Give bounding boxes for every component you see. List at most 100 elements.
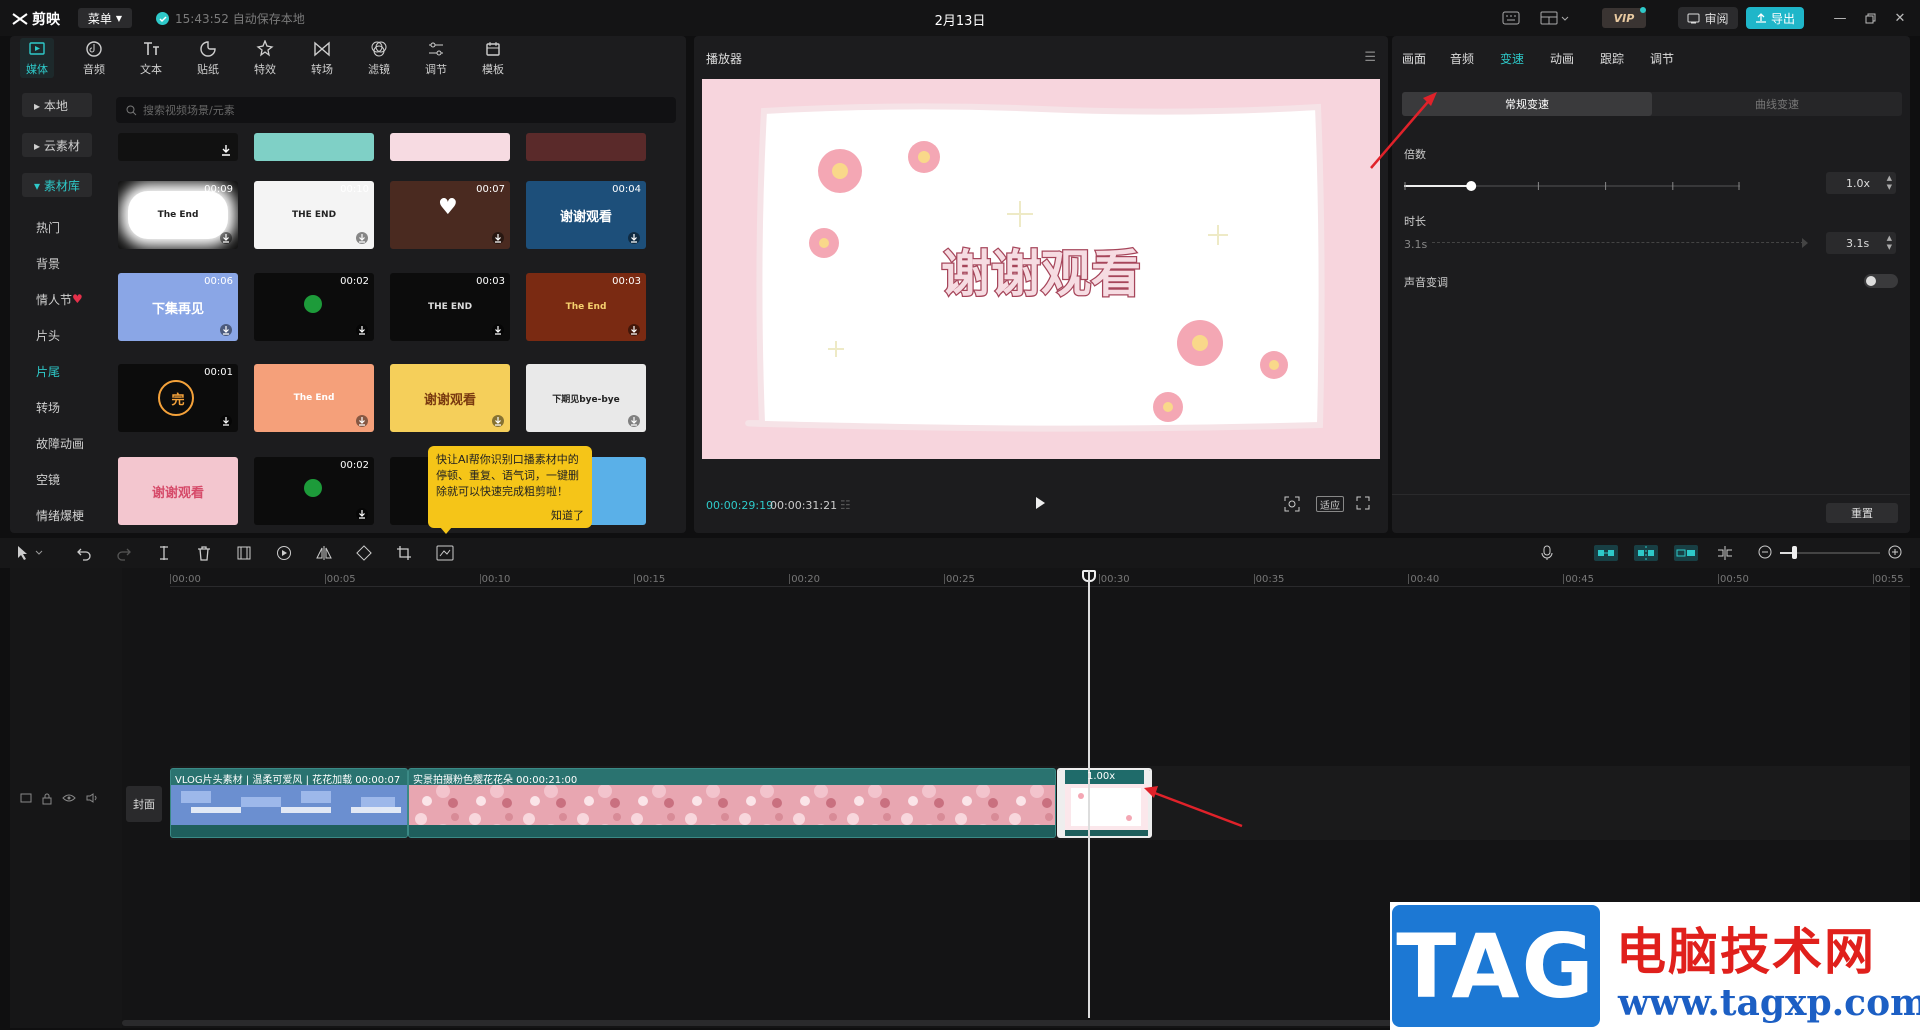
tab-template[interactable]: 模板: [468, 38, 518, 78]
material-thumb[interactable]: 下集再见 00:06: [118, 273, 238, 341]
material-thumb-partial[interactable]: [254, 133, 374, 161]
sidebar-item-1[interactable]: ▸ 云素材: [22, 133, 92, 157]
snapshot-icon[interactable]: [1284, 496, 1300, 512]
sidebar-item-4[interactable]: 背景: [22, 251, 92, 275]
freeze-icon[interactable]: [236, 545, 252, 561]
material-thumb[interactable]: ♥ 00:07: [390, 181, 510, 249]
material-thumb-partial[interactable]: [526, 133, 646, 161]
delete-icon[interactable]: [196, 545, 212, 561]
sidebar-item-7[interactable]: 片尾: [22, 359, 92, 383]
close-icon[interactable]: ✕: [1892, 10, 1908, 26]
tab-effects[interactable]: 特效: [240, 38, 290, 78]
pitch-toggle[interactable]: [1864, 274, 1898, 288]
fit-ratio-button[interactable]: 适应: [1316, 496, 1344, 512]
sidebar-item-6[interactable]: 片头: [22, 323, 92, 347]
property-tab-3[interactable]: 动画: [1550, 50, 1574, 67]
reverse-icon[interactable]: [276, 545, 292, 561]
clip-cherry-blossom[interactable]: 实景拍摄粉色樱花花朵 00:00:21:00: [408, 768, 1056, 838]
sidebar-item-5[interactable]: 情人节 ♥: [22, 287, 92, 311]
sidebar-item-9[interactable]: 故障动画: [22, 431, 92, 455]
main-track-magnet-icon[interactable]: [1594, 545, 1618, 561]
material-thumb[interactable]: 完 00:01: [118, 364, 238, 432]
material-thumb[interactable]: The End 00:03: [526, 273, 646, 341]
download-icon[interactable]: [356, 324, 368, 336]
reset-button[interactable]: 重置: [1826, 503, 1898, 523]
player-preview[interactable]: 谢谢观看: [702, 79, 1380, 459]
mirror-icon[interactable]: [316, 545, 332, 561]
sidebar-item-3[interactable]: 热门: [22, 215, 92, 239]
property-tab-1[interactable]: 音频: [1450, 50, 1474, 67]
material-thumb[interactable]: 谢谢观看: [118, 457, 238, 525]
tab-filter[interactable]: 滤镜: [354, 38, 404, 78]
sidebar-item-2[interactable]: ▾ 素材库: [22, 173, 92, 197]
material-thumb[interactable]: 下期见bye-bye: [526, 364, 646, 432]
curve-speed-tab[interactable]: 曲线变速: [1652, 92, 1902, 116]
fullscreen-icon[interactable]: [1356, 496, 1370, 510]
zoom-out-icon[interactable]: [1758, 545, 1772, 559]
play-icon[interactable]: [1034, 496, 1046, 510]
export-button[interactable]: 导出: [1746, 7, 1804, 29]
player-menu-icon[interactable]: ☰: [1364, 50, 1376, 65]
property-tab-5[interactable]: 调节: [1650, 50, 1674, 67]
property-tab-0[interactable]: 画面: [1402, 50, 1426, 67]
select-tool-icon[interactable]: [16, 545, 46, 561]
rotate-icon[interactable]: [356, 545, 372, 561]
property-tab-2[interactable]: 变速: [1500, 50, 1524, 67]
sidebar-item-8[interactable]: 转场: [22, 395, 92, 419]
volume-icon[interactable]: [86, 793, 98, 803]
crop-icon[interactable]: [396, 545, 412, 561]
undo-icon[interactable]: [76, 545, 92, 561]
material-thumb[interactable]: 谢谢观看 00:04: [526, 181, 646, 249]
material-thumb[interactable]: 谢谢观看: [390, 364, 510, 432]
material-thumb[interactable]: The End: [254, 364, 374, 432]
sidebar-item-0[interactable]: ▸ 本地: [22, 93, 92, 117]
restore-icon[interactable]: [1862, 10, 1878, 26]
tab-sticker[interactable]: 贴纸: [183, 38, 233, 78]
preview-axis-icon[interactable]: [1716, 545, 1734, 561]
material-search-input[interactable]: 搜索视频场景/元素: [116, 97, 676, 123]
clip-vlog-intro[interactable]: VLOG片头素材 | 温柔可爱风 | 花花加载 00:00:07: [170, 768, 408, 838]
tab-media[interactable]: 媒体: [12, 38, 62, 78]
smart-cut-icon[interactable]: [436, 545, 454, 561]
download-icon[interactable]: [492, 232, 504, 244]
sidebar-item-11[interactable]: 情绪爆梗: [22, 503, 92, 527]
snap-icon[interactable]: [1634, 545, 1658, 561]
tip-ok-button[interactable]: 知道了: [551, 508, 584, 524]
download-icon[interactable]: [356, 508, 368, 520]
zoom-in-icon[interactable]: [1888, 545, 1902, 559]
review-button[interactable]: 审阅: [1678, 7, 1738, 29]
linkage-icon[interactable]: [1674, 545, 1698, 561]
tab-transition[interactable]: 转场: [297, 38, 347, 78]
cover-button[interactable]: 封面: [126, 786, 162, 822]
speed-slider[interactable]: [1404, 176, 1740, 196]
microphone-icon[interactable]: [1540, 545, 1554, 561]
timeline-scrollbar[interactable]: [122, 1020, 1402, 1026]
sidebar-item-10[interactable]: 空镜: [22, 467, 92, 491]
tab-adjust[interactable]: 调节: [411, 38, 461, 78]
material-thumb[interactable]: 00:02: [254, 457, 374, 525]
material-thumb-partial[interactable]: [118, 133, 238, 161]
property-tab-4[interactable]: 跟踪: [1600, 50, 1624, 67]
download-icon[interactable]: [220, 144, 232, 156]
track-video-icon[interactable]: [20, 793, 32, 803]
timeline-view-icon[interactable]: ☷: [840, 498, 851, 512]
shortcut-icon[interactable]: [1500, 9, 1522, 27]
material-thumb[interactable]: THE END 00:03: [390, 273, 510, 341]
zoom-slider-handle[interactable]: [1792, 546, 1797, 559]
multiplier-input[interactable]: 1.0x ▲ ▼: [1826, 172, 1896, 194]
duration-slider[interactable]: [1432, 242, 1804, 246]
material-thumb-partial[interactable]: [390, 133, 510, 161]
split-icon[interactable]: [156, 545, 172, 561]
material-thumb[interactable]: THE END 00:10: [254, 181, 374, 249]
material-thumb[interactable]: The End 00:09: [118, 181, 238, 249]
material-thumb[interactable]: 00:02: [254, 273, 374, 341]
eye-icon[interactable]: [62, 793, 76, 803]
duration-input[interactable]: 3.1s ▲ ▼: [1826, 232, 1896, 254]
tab-audio[interactable]: 音频: [69, 38, 119, 78]
playhead[interactable]: [1088, 570, 1090, 1018]
slider-knob[interactable]: [1466, 181, 1477, 191]
tab-text[interactable]: 文本: [126, 38, 176, 78]
layout-icon[interactable]: [1538, 9, 1572, 27]
lock-icon[interactable]: [42, 793, 52, 805]
minimize-icon[interactable]: —: [1832, 10, 1848, 26]
